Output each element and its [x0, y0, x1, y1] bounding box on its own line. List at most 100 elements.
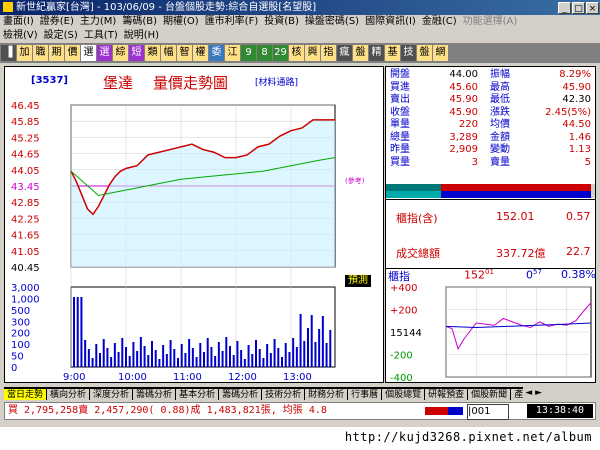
- tab-item[interactable]: 基本分析: [176, 389, 219, 400]
- quote-value: 220: [458, 119, 478, 130]
- volume-bar: [210, 347, 213, 367]
- volume-bar: [99, 353, 101, 367]
- toolbar-button[interactable]: ▐: [1, 45, 16, 61]
- toolbar-button[interactable]: 網: [433, 45, 448, 61]
- toolbar-button[interactable]: 幅: [161, 45, 176, 61]
- menu-item[interactable]: 投資(B): [264, 16, 299, 27]
- quote-value: 45.90: [449, 106, 478, 118]
- toolbar-button[interactable]: 選: [81, 45, 96, 61]
- toolbar-button[interactable]: 精: [369, 45, 384, 61]
- mini-tick-label: -200: [390, 351, 413, 362]
- chart-title: 量價走勢圖: [153, 74, 229, 92]
- toolbar-button[interactable]: 權: [193, 45, 208, 61]
- otc-mini-pct: 0.38%: [561, 268, 596, 281]
- tab-item[interactable]: 深度分析: [90, 389, 133, 400]
- toolbar-button[interactable]: 瘋: [337, 45, 352, 61]
- volume-bar: [180, 344, 183, 367]
- volume-bar: [102, 339, 105, 367]
- toolbar-button[interactable]: 指: [321, 45, 336, 61]
- toolbar-button[interactable]: 類: [145, 45, 160, 61]
- toolbar-button[interactable]: 綜: [113, 45, 128, 61]
- time-tick-label: 10:00: [118, 372, 147, 382]
- bid-ask-bar: [386, 184, 595, 198]
- otc-mini-chart[interactable]: +400 +200 15144 -200 -400: [386, 283, 595, 381]
- volume-tick-label: 500: [11, 306, 30, 317]
- toolbar-button[interactable]: 選: [97, 45, 112, 61]
- menu-item[interactable]: 主力(M): [80, 16, 116, 27]
- menu-item[interactable]: 說明(H): [124, 30, 159, 41]
- tab-item[interactable]: 研報預查: [425, 389, 468, 400]
- menu-item[interactable]: 籌碼(B): [122, 16, 157, 27]
- volume-bar: [236, 341, 239, 367]
- volume-bar: [132, 342, 135, 367]
- toolbar-button[interactable]: 江: [225, 45, 240, 61]
- volume-bar: [247, 345, 250, 367]
- tab-item[interactable]: 籌碼分析: [133, 389, 176, 400]
- toolbar-button[interactable]: 核: [289, 45, 304, 61]
- volume-bar: [188, 339, 191, 367]
- volume-bar: [303, 341, 306, 367]
- volume-bar: [106, 348, 109, 367]
- tab-scroll-buttons[interactable]: ◄ ►: [523, 387, 544, 400]
- toolbar-button[interactable]: 興: [305, 45, 320, 61]
- toolbar-button[interactable]: 盤: [417, 45, 432, 61]
- menu-item[interactable]: 設定(S): [44, 30, 78, 41]
- tab-item[interactable]: 個股總覽: [382, 389, 425, 400]
- volume-tick-label: 300: [11, 317, 30, 328]
- volume-bar: [184, 353, 187, 367]
- menu-row-1: 畫面(I) 證券(E) 主力(M) 籌碼(B) 期權(O) 匯市利率(F) 投資(B) 操盤密…: [0, 15, 600, 29]
- volume-bar: [195, 357, 198, 367]
- toolbar-button[interactable]: 價: [65, 45, 80, 61]
- price-tick-label: 46.45: [11, 101, 40, 112]
- watermark-url: http://kujd3268.pixnet.net/album: [344, 430, 592, 444]
- quote-value: 3: [471, 156, 478, 168]
- close-button[interactable]: ×: [586, 2, 599, 14]
- menu-item[interactable]: 操盤密碼(S): [305, 16, 359, 27]
- minimize-button[interactable]: _: [558, 2, 571, 14]
- toolbar-button[interactable]: 8: [257, 45, 272, 61]
- tab-item[interactable]: 橫向分析: [47, 389, 90, 400]
- tab-item[interactable]: 行事曆: [348, 389, 382, 400]
- menu-item[interactable]: 國際資訊(I): [365, 16, 416, 27]
- price-volume-chart[interactable]: 46.45 45.85 45.25 44.65 44.05 43.45 42.85 42.25…: [5, 67, 383, 382]
- tab-item[interactable]: 當日走勢: [4, 389, 47, 400]
- tab-item[interactable]: 技術分析: [262, 389, 305, 400]
- time-tick-label: 11:00: [173, 372, 202, 382]
- menu-item[interactable]: 功能選擇(A): [463, 16, 518, 27]
- toolbar-button[interactable]: 基: [385, 45, 400, 61]
- toolbar-button[interactable]: 期: [49, 45, 64, 61]
- toolbar-button[interactable]: 9: [241, 45, 256, 61]
- menu-item[interactable]: 畫面(I): [3, 16, 34, 27]
- toolbar-button[interactable]: 加: [17, 45, 32, 61]
- volume-bar: [329, 330, 332, 367]
- toolbar-button[interactable]: 盤: [353, 45, 368, 61]
- menu-item[interactable]: 金融(C): [422, 16, 457, 27]
- tab-item[interactable]: 籌碼分析: [219, 389, 262, 400]
- maximize-button[interactable]: □: [572, 2, 585, 14]
- menu-item[interactable]: 匯市利率(F): [205, 16, 259, 27]
- volume-bar: [128, 356, 131, 367]
- volume-bar: [266, 344, 269, 367]
- menu-item[interactable]: 工具(T): [84, 30, 118, 41]
- price-tick-label: 44.05: [11, 166, 40, 177]
- tab-item[interactable]: 財務分析: [305, 389, 348, 400]
- price-tick-label: 41.05: [11, 247, 40, 258]
- volume-bar: [177, 358, 179, 367]
- menu-item[interactable]: 期權(O): [163, 16, 199, 27]
- toolbar-button[interactable]: 智: [177, 45, 192, 61]
- toolbar-button[interactable]: 職: [33, 45, 48, 61]
- tab-item[interactable]: 個股新聞: [468, 389, 511, 400]
- menu-item[interactable]: 證券(E): [40, 16, 74, 27]
- volume-bar: [206, 338, 209, 367]
- quote-row: 總量 3,289 金額 1.46: [388, 132, 593, 145]
- menu-item[interactable]: 檢視(V): [3, 30, 38, 41]
- toolbar-button[interactable]: 技: [401, 45, 416, 61]
- volume-bar: [232, 355, 235, 367]
- forecast-button[interactable]: 預測: [345, 275, 371, 287]
- toolbar-button[interactable]: 29: [273, 45, 288, 61]
- toolbar-button[interactable]: 委: [209, 45, 224, 61]
- toolbar-button[interactable]: 短: [129, 45, 144, 61]
- price-tick-label: 42.25: [11, 214, 40, 225]
- stock-code-input[interactable]: |001: [467, 404, 509, 420]
- volume-tick-label: 0: [11, 363, 17, 374]
